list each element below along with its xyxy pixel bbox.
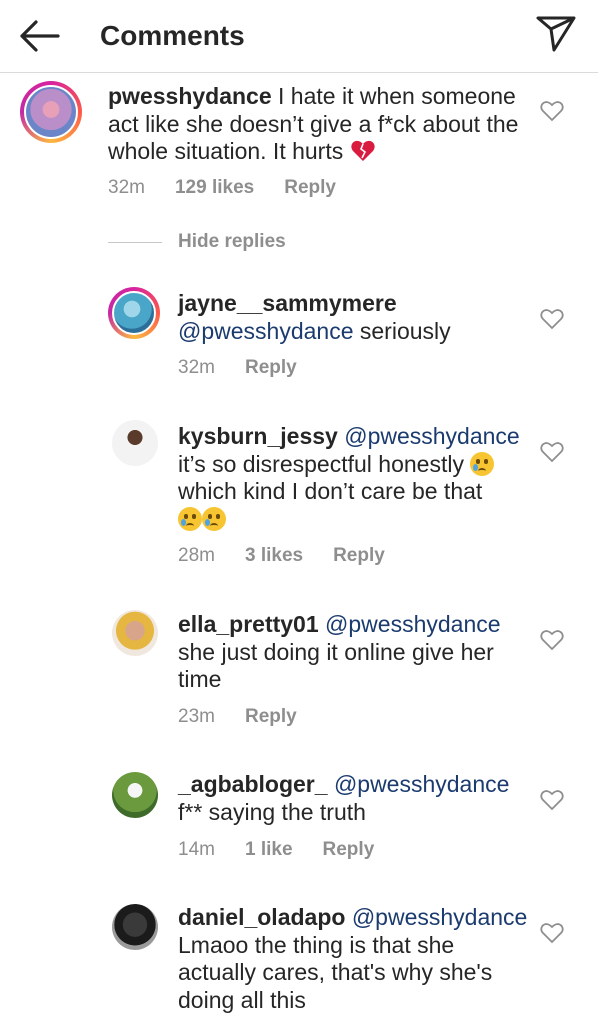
reply-button[interactable]: Reply bbox=[333, 545, 385, 566]
reply-button[interactable]: Reply bbox=[245, 357, 297, 378]
broken-heart-icon bbox=[350, 140, 375, 161]
avatar[interactable] bbox=[112, 772, 158, 818]
comment-time: 23m bbox=[178, 706, 215, 727]
comment-username[interactable]: kysburn_jessy bbox=[178, 423, 338, 449]
comment-mention[interactable]: @pwesshydance bbox=[352, 904, 528, 930]
comment-body: kysburn_jessy @pwesshydance it’s so disr… bbox=[178, 423, 528, 533]
comment-meta: 14m 1 like Reply bbox=[178, 838, 404, 862]
comment-meta: 32m 129 likes Reply bbox=[108, 176, 366, 200]
comment-time: 14m bbox=[178, 839, 215, 860]
like-heart-icon[interactable] bbox=[540, 308, 564, 330]
comments-header: Comments bbox=[0, 0, 598, 73]
comment-username[interactable]: daniel_oladapo bbox=[178, 904, 345, 930]
comment-text: which kind I don’t care be that bbox=[178, 478, 483, 504]
avatar[interactable] bbox=[112, 420, 158, 466]
comment-mention[interactable]: @pwesshydance bbox=[178, 318, 354, 344]
comment-meta: 23m Reply bbox=[178, 705, 327, 729]
comment-mention[interactable]: @pwesshydance bbox=[325, 611, 501, 637]
avatar[interactable] bbox=[112, 610, 158, 656]
crying-face-icon bbox=[470, 451, 495, 476]
avatar[interactable] bbox=[20, 81, 82, 143]
comment-time: 32m bbox=[178, 357, 215, 378]
comment-time: 32m bbox=[108, 177, 145, 198]
comment-body: ella_pretty01 @pwesshydance she just doi… bbox=[178, 611, 518, 694]
crying-face-icon bbox=[178, 506, 202, 531]
direct-send-icon[interactable] bbox=[532, 12, 580, 56]
comment-body: daniel_oladapo @pwesshydance Lmaoo the t… bbox=[178, 904, 528, 1014]
hide-replies-button[interactable]: Hide replies bbox=[178, 231, 286, 253]
page-title: Comments bbox=[100, 20, 245, 51]
comment-time: 28m bbox=[178, 545, 215, 566]
like-heart-icon[interactable] bbox=[540, 922, 564, 944]
comment-likes[interactable]: 129 likes bbox=[175, 177, 254, 198]
comment-body: pwesshydance I hate it when someone act … bbox=[108, 83, 528, 166]
comment-username[interactable]: ella_pretty01 bbox=[178, 611, 319, 637]
comment-text: seriously bbox=[353, 317, 451, 344]
comment-meta: 32m Reply bbox=[178, 356, 327, 380]
comment-username[interactable]: _agbabloger_ bbox=[178, 771, 328, 797]
comment-text: Lmaoo the thing is that she actually car… bbox=[178, 931, 493, 1013]
comment-username[interactable]: jayne__sammymere bbox=[178, 290, 397, 316]
comment-body: jayne__sammymere @pwesshydance seriously bbox=[178, 290, 518, 345]
avatar[interactable] bbox=[108, 287, 160, 339]
divider bbox=[108, 242, 162, 243]
like-heart-icon[interactable] bbox=[540, 629, 564, 651]
comment-meta: 28m 3 likes Reply bbox=[178, 544, 415, 568]
comment-likes[interactable]: 1 like bbox=[245, 839, 293, 860]
like-heart-icon[interactable] bbox=[540, 441, 564, 463]
comment-body: _agbabloger_ @pwesshydance f** saying th… bbox=[178, 771, 518, 826]
comment-text: she just doing it online give her time bbox=[178, 638, 494, 693]
avatar[interactable] bbox=[112, 904, 158, 950]
comment-text: f** saying the truth bbox=[178, 798, 366, 825]
reply-button[interactable]: Reply bbox=[284, 177, 336, 198]
comment-username[interactable]: pwesshydance bbox=[108, 83, 272, 109]
comment-mention[interactable]: @pwesshydance bbox=[334, 771, 510, 797]
comment-likes[interactable]: 3 likes bbox=[245, 545, 303, 566]
comment-text: it’s so disrespectful honestly bbox=[178, 450, 471, 477]
crying-face-icon bbox=[202, 506, 226, 531]
reply-button[interactable]: Reply bbox=[323, 839, 375, 860]
comment-mention[interactable]: @pwesshydance bbox=[344, 423, 520, 449]
back-arrow-icon[interactable] bbox=[16, 16, 64, 56]
like-heart-icon[interactable] bbox=[540, 100, 564, 122]
like-heart-icon[interactable] bbox=[540, 789, 564, 811]
reply-button[interactable]: Reply bbox=[245, 706, 297, 727]
